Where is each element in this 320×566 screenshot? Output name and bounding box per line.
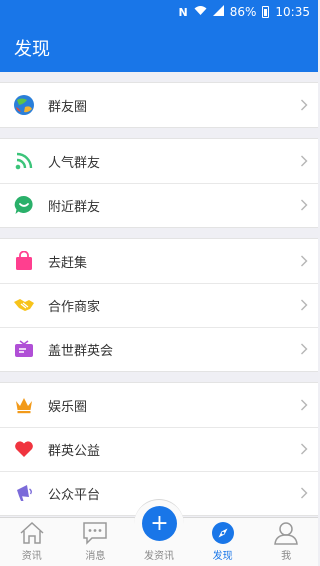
tv-icon (0, 340, 48, 358)
list-item-label: 人气群友 (48, 155, 101, 171)
list-item-label: 合作商家 (48, 299, 101, 315)
status-bar: N 86% 10:35 (0, 0, 318, 24)
tab-label: 消息 (85, 551, 106, 562)
chevron-right-icon (290, 99, 318, 111)
shopping-bag-icon (0, 251, 48, 271)
group-friends: 人气群友 附近群友 (0, 138, 318, 228)
handshake-icon (0, 297, 48, 313)
list-item-popular-friends[interactable]: 人气群友 (0, 139, 318, 183)
tab-label: 发现 (212, 551, 233, 562)
list-item-label: 去赶集 (48, 255, 88, 271)
tab-news[interactable]: 资讯 (0, 518, 64, 566)
tab-messages[interactable]: 消息 (64, 518, 128, 566)
list-item-label: 公众平台 (48, 487, 101, 503)
group-commerce: 去赶集 合作商家 盖世群英会 (0, 238, 318, 372)
wifi-icon (194, 5, 207, 19)
list-item-market[interactable]: 去赶集 (0, 239, 318, 283)
user-icon (273, 519, 299, 545)
megaphone-icon (0, 484, 48, 502)
list-item-charity[interactable]: 群英公益 (0, 427, 318, 471)
app-bar: 发现 (0, 24, 318, 72)
tab-me[interactable]: 我 (254, 518, 318, 566)
message-icon (82, 519, 108, 545)
globe-icon (0, 94, 48, 116)
time-text: 10:35 (275, 5, 310, 19)
home-icon (19, 519, 45, 545)
list-item-moments[interactable]: 群友圈 (0, 83, 318, 127)
chevron-right-icon (290, 255, 318, 267)
chevron-right-icon (290, 443, 318, 455)
chevron-right-icon (290, 199, 318, 211)
tab-label: 发资讯 (143, 551, 174, 562)
list-item-label: 群友圈 (48, 99, 88, 115)
discover-list: 群友圈 人气群友 附近群友 去赶集 合作商家 盖世群英会 娱乐圈 群英公益 公众… (0, 72, 318, 517)
list-item-nearby-friends[interactable]: 附近群友 (0, 183, 318, 227)
group-social: 群友圈 (0, 82, 318, 128)
list-item-label: 娱乐圈 (48, 399, 88, 415)
list-item-label: 附近群友 (48, 199, 101, 215)
list-item-label: 盖世群英会 (48, 343, 114, 359)
tab-discover[interactable]: 发现 (191, 518, 255, 566)
list-item-heroes-gathering[interactable]: 盖世群英会 (0, 327, 318, 371)
chevron-right-icon (290, 299, 318, 311)
chat-bubble-icon (0, 195, 48, 215)
battery-icon (262, 6, 270, 18)
post-news-button[interactable]: + (142, 506, 177, 541)
tab-label: 资讯 (21, 551, 42, 562)
compass-icon (211, 519, 235, 545)
page-title: 发现 (14, 39, 50, 60)
chevron-right-icon (290, 487, 318, 499)
signal-icon (212, 5, 224, 19)
tab-label: 我 (281, 551, 292, 562)
chevron-right-icon (290, 155, 318, 167)
chevron-right-icon (290, 343, 318, 355)
list-item-partner-merchants[interactable]: 合作商家 (0, 283, 318, 327)
crown-icon (0, 396, 48, 414)
battery-text: 86% (229, 5, 257, 19)
group-community: 娱乐圈 群英公益 公众平台 (0, 382, 318, 516)
list-item-entertainment[interactable]: 娱乐圈 (0, 383, 318, 427)
plus-icon: + (150, 510, 169, 536)
list-item-label: 群英公益 (48, 443, 101, 459)
nfc-icon: N (178, 5, 188, 19)
heart-icon (0, 440, 48, 458)
rss-icon (0, 152, 48, 170)
chevron-right-icon (290, 399, 318, 411)
